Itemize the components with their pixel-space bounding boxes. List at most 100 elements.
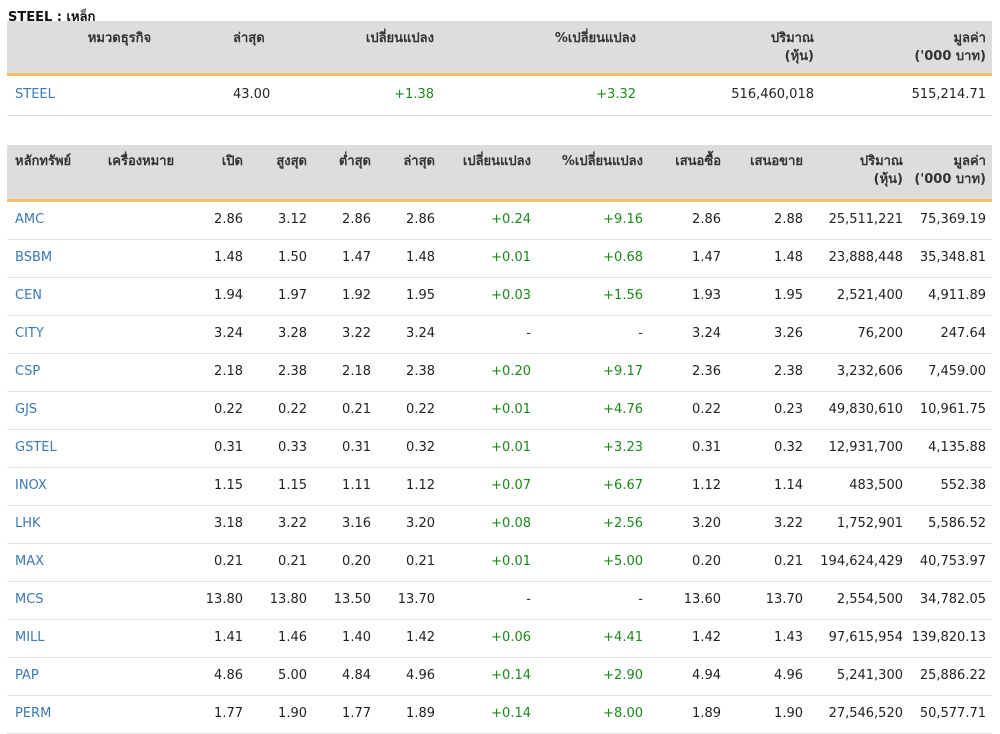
cell-sign xyxy=(95,581,187,620)
summary-last: 43.00 xyxy=(232,74,270,116)
table-row: MCS 13.80 13.80 13.50 13.70- -13.60 13.70 2,554… xyxy=(7,581,992,620)
cell-bid: 2.36 xyxy=(649,353,727,392)
cell-pct: +1.56 xyxy=(537,277,649,316)
stocks-header-bid: เสนอซื้อ xyxy=(649,145,727,202)
stocks-header-change: เปลี่ยนแปลง xyxy=(441,145,537,202)
summary-header-volume: ปริมาณ (หุ้น) xyxy=(642,21,820,76)
cell-bid: 1.93 xyxy=(649,277,727,316)
cell-high: 0.21 xyxy=(249,543,313,582)
cell-high: 0.33 xyxy=(249,429,313,468)
sector-summary-table: หมวดธุรกิจ ล่าสุด เปลี่ยนแปลง %เปลี่ยนแป… xyxy=(7,21,992,116)
table-row: LHK 3.18 3.22 3.16 3.20 +0.08 +2.56 3.20 3.22 1,7… xyxy=(7,505,992,544)
cell-last: 0.21 xyxy=(377,543,441,582)
summary-header-pct-change: %เปลี่ยนแปลง xyxy=(440,21,642,76)
summary-header-row: หมวดธุรกิจ ล่าสุด เปลี่ยนแปลง %เปลี่ยนแป… xyxy=(7,21,992,76)
cell-pct: +8.00 xyxy=(537,695,649,734)
cell-high: 3.28 xyxy=(249,315,313,354)
stocks-header-open: เปิด xyxy=(187,145,249,202)
cell-change: +0.01 xyxy=(441,543,537,582)
cell-offer: 2.88 xyxy=(727,200,809,240)
cell-change: +0.14 xyxy=(441,657,537,696)
summary-header-last: ล่าสุด xyxy=(232,21,265,76)
stocks-header-low: ต่ำสุด xyxy=(313,145,377,202)
cell-last: 2.86 xyxy=(377,200,441,240)
cell-high: 1.50 xyxy=(249,239,313,278)
cell-low: 1.77 xyxy=(313,695,377,734)
stocks-table: หลักทรัพย์ เครื่องหมาย เปิด สูงสุด ต่ำสุด ล่า… xyxy=(7,145,992,734)
stock-symbol-link[interactable]: PAP xyxy=(7,657,95,696)
cell-value: 10,961.75 xyxy=(909,391,992,430)
cell-volume: 194,624,429 xyxy=(809,543,909,582)
cell-open: 1.77 xyxy=(187,695,249,734)
cell-pct: +0.68 xyxy=(537,239,649,278)
stocks-header-high: สูงสุด xyxy=(249,145,313,202)
cell-last: 1.12 xyxy=(377,467,441,506)
cell-offer: 1.14 xyxy=(727,467,809,506)
summary-sector-link[interactable]: STEEL xyxy=(7,74,232,116)
cell-bid: 1.89 xyxy=(649,695,727,734)
cell-sign xyxy=(95,505,187,544)
cell-value: 25,886.22 xyxy=(909,657,992,696)
cell-high: 5.00 xyxy=(249,657,313,696)
stock-symbol-link[interactable]: LHK xyxy=(7,505,95,544)
table-row: GJS 0.22 0.22 0.21 0.22 +0.01 +4.76 0.22 0.23 49,… xyxy=(7,391,992,430)
stocks-header-sign: เครื่องหมาย xyxy=(95,145,187,202)
cell-volume: 483,500 xyxy=(809,467,909,506)
cell-open: 4.86 xyxy=(187,657,249,696)
stock-symbol-link[interactable]: AMC xyxy=(7,200,95,240)
cell-pct: +5.00 xyxy=(537,543,649,582)
table-row: INOX 1.15 1.15 1.11 1.12 +0.07 +6.67 1.12 1.14 48… xyxy=(7,467,992,506)
cell-low: 1.92 xyxy=(313,277,377,316)
stock-symbol-link[interactable]: BSBM xyxy=(7,239,95,278)
stock-symbol-link[interactable]: MAX xyxy=(7,543,95,582)
cell-volume: 12,931,700 xyxy=(809,429,909,468)
cell-change: +0.07 xyxy=(441,467,537,506)
table-row: BSBM 1.48 1.50 1.47 1.48 +0.01 +0.68 1.47 1.48 23… xyxy=(7,239,992,278)
summary-value: 515,214.71 xyxy=(820,74,992,116)
cell-last: 1.48 xyxy=(377,239,441,278)
cell-last: 13.70 xyxy=(377,581,441,620)
stock-symbol-link[interactable]: PERM xyxy=(7,695,95,734)
cell-change: +0.08 xyxy=(441,505,537,544)
stock-symbol-link[interactable]: CITY xyxy=(7,315,95,354)
cell-last: 2.38 xyxy=(377,353,441,392)
cell-bid: 3.20 xyxy=(649,505,727,544)
stock-symbol-link[interactable]: MCS xyxy=(7,581,95,620)
cell-value: 139,820.13 xyxy=(909,619,992,658)
cell-sign xyxy=(95,200,187,240)
cell-value: 34,782.05 xyxy=(909,581,992,620)
summary-header-sector: หมวดธุรกิจ xyxy=(7,21,232,76)
cell-last: 1.95 xyxy=(377,277,441,316)
stock-symbol-link[interactable]: MILL xyxy=(7,619,95,658)
stock-symbol-link[interactable]: GSTEL xyxy=(7,429,95,468)
cell-change: +0.06 xyxy=(441,619,537,658)
cell-sign xyxy=(95,695,187,734)
cell-bid: 1.12 xyxy=(649,467,727,506)
cell-high: 1.90 xyxy=(249,695,313,734)
cell-open: 0.22 xyxy=(187,391,249,430)
cell-value: 552.38 xyxy=(909,467,992,506)
summary-header-value: มูลค่า ('000 บาท) xyxy=(820,21,992,76)
cell-value: 4,911.89 xyxy=(909,277,992,316)
cell-value: 247.64 xyxy=(909,315,992,354)
cell-pct: +4.41 xyxy=(537,619,649,658)
cell-volume: 23,888,448 xyxy=(809,239,909,278)
table-row: CITY 3.24 3.28 3.22 3.24- -3.24 3.26 76,200 247.… xyxy=(7,315,992,354)
cell-bid: 3.24 xyxy=(649,315,727,354)
cell-last: 4.96 xyxy=(377,657,441,696)
cell-volume: 97,615,954 xyxy=(809,619,909,658)
cell-change: +0.01 xyxy=(441,429,537,468)
cell-high: 1.15 xyxy=(249,467,313,506)
stock-symbol-link[interactable]: CSP xyxy=(7,353,95,392)
cell-sign xyxy=(95,657,187,696)
summary-row: STEEL 43.00 +1.38 +3.32 516,460,018 515,… xyxy=(7,74,992,116)
stock-symbol-link[interactable]: INOX xyxy=(7,467,95,506)
cell-open: 3.24 xyxy=(187,315,249,354)
stock-symbol-link[interactable]: GJS xyxy=(7,391,95,430)
cell-low: 1.40 xyxy=(313,619,377,658)
cell-low: 3.22 xyxy=(313,315,377,354)
cell-pct: +6.67 xyxy=(537,467,649,506)
cell-value: 4,135.88 xyxy=(909,429,992,468)
stock-symbol-link[interactable]: CEN xyxy=(7,277,95,316)
cell-low: 0.20 xyxy=(313,543,377,582)
